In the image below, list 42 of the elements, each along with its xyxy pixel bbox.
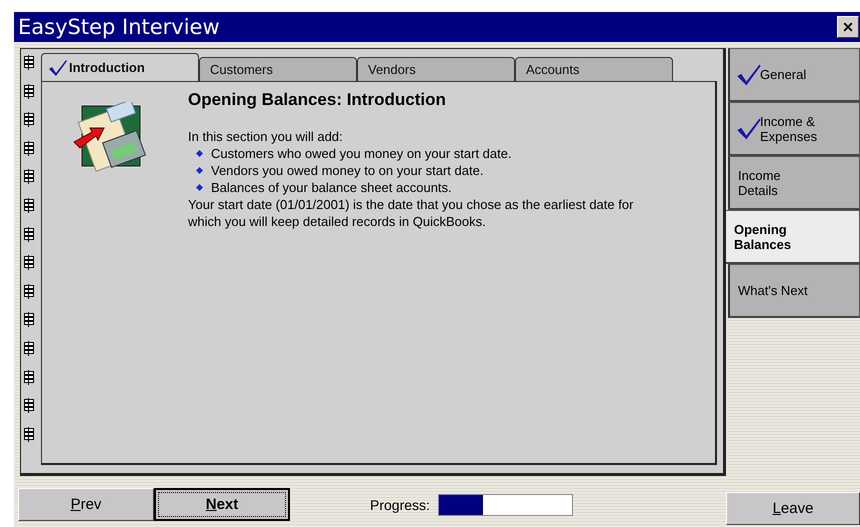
binder-ring-icon — [23, 284, 35, 299]
checkmark-icon — [48, 58, 68, 76]
binder-ring-icon — [23, 398, 35, 414]
section-heading: Opening Balances: Introduction — [188, 90, 447, 110]
binder-ring-icon — [23, 426, 35, 442]
bullet-icon — [196, 150, 203, 157]
binder-ring-icon — [23, 255, 35, 270]
binder-ring-icon — [23, 198, 35, 213]
bullet-icon — [196, 184, 203, 191]
binder-ring-icon — [23, 312, 35, 328]
checkmark-icon — [736, 63, 762, 87]
tab[interactable]: Vendors — [357, 57, 515, 81]
progress-label: Progress: — [370, 496, 430, 512]
binder-ring-icon — [23, 140, 35, 156]
binder-ring-icon — [23, 370, 35, 385]
section-tab[interactable]: General — [728, 48, 860, 102]
checkmark-icon — [736, 117, 762, 141]
close-button[interactable]: × — [837, 16, 859, 38]
nav-button[interactable]: Prev — [18, 488, 154, 521]
binder-ring-icon — [23, 226, 35, 242]
nav-button[interactable]: Next — [154, 488, 290, 521]
bullet-text: Customers who owed you money on your start date. — [211, 145, 512, 162]
tab[interactable]: Introduction — [41, 53, 199, 81]
bullet-text: Vendors you owed money to on your start date. — [211, 162, 484, 179]
window-title: EasyStep Interview — [18, 15, 220, 39]
binder-ring-icon — [23, 169, 35, 184]
section-tab[interactable]: Income Details — [728, 156, 860, 210]
tab[interactable]: Accounts — [515, 57, 673, 81]
section-tab[interactable]: Opening Balances — [726, 210, 860, 264]
bullet-text: Balances of your balance sheet accounts. — [211, 179, 452, 196]
tab[interactable]: Customers — [199, 57, 357, 81]
section-tab[interactable]: What's Next — [728, 264, 860, 318]
binder-ring-icon — [23, 340, 35, 356]
section-tab[interactable]: Income & Expenses — [728, 102, 860, 156]
documents-calculator-icon — [72, 102, 148, 174]
start-date-note: Your start date (01/01/2001) is the date that you chose as the earliest date for which you will keep detailed records in QuickBooks. — [188, 196, 634, 230]
binder-ring-icon — [23, 112, 35, 128]
binder-ring-icon — [23, 84, 35, 99]
bullet-icon — [196, 167, 203, 174]
binder-ring-icon — [23, 55, 35, 70]
intro-text: In this section you will add: — [188, 128, 344, 145]
leave-button[interactable]: Leave — [726, 492, 860, 525]
